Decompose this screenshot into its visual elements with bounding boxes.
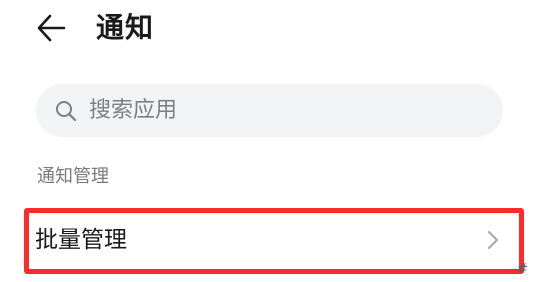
top-app-bar: 通知 — [0, 0, 540, 56]
chevron-right-icon — [488, 231, 498, 249]
search-input[interactable]: 搜索应用 — [36, 84, 503, 137]
list-item-batch-management[interactable]: 批量管理 — [30, 214, 518, 264]
arrow-left-icon — [37, 14, 66, 42]
search-icon — [56, 101, 77, 122]
section-title-notification-management: 通知管理 — [37, 166, 109, 187]
search-placeholder: 搜索应用 — [89, 98, 178, 123]
back-button[interactable] — [34, 10, 74, 46]
list-item-label: 批量管理 — [35, 227, 127, 253]
page-title: 通知 — [96, 11, 155, 44]
corner-mark: # — [517, 262, 528, 277]
